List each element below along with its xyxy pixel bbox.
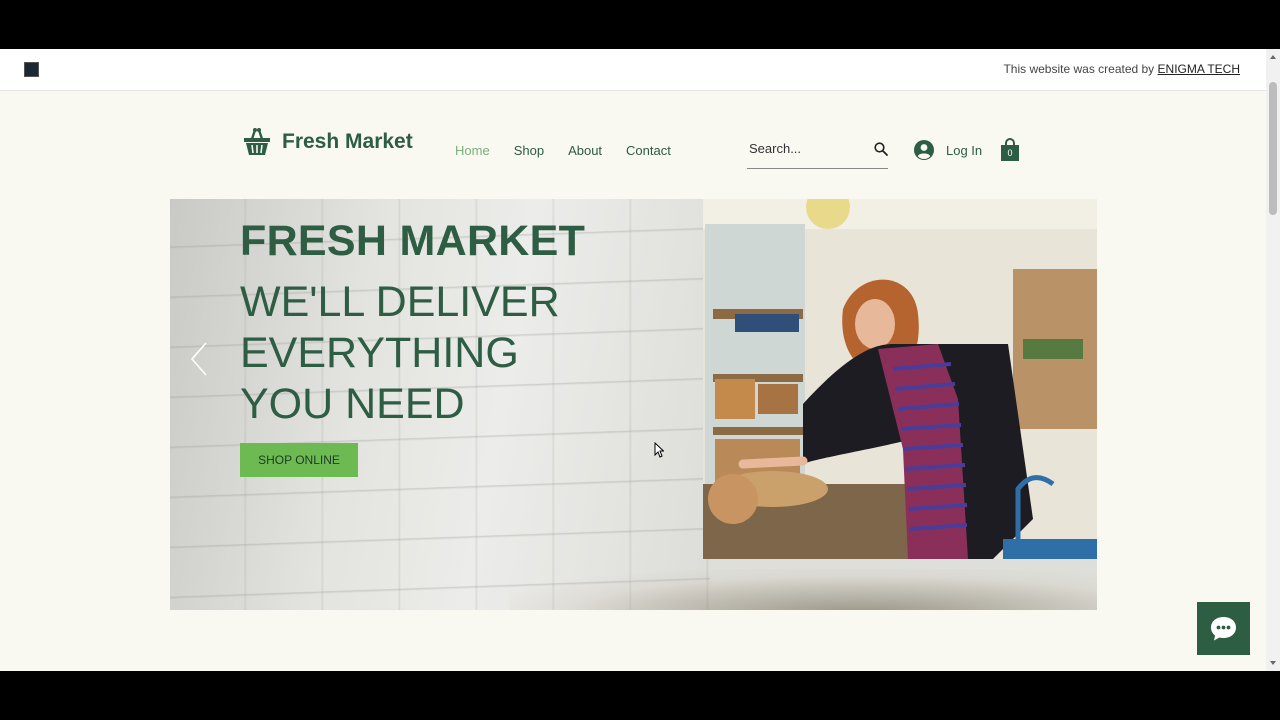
main-nav: Home Shop About Contact bbox=[455, 143, 671, 158]
hero-tagline-line: YOU NEED bbox=[240, 380, 465, 428]
credit-text: This website was created by ENIGMA TECH bbox=[1003, 62, 1240, 76]
hero-tagline-line: WE'LL DELIVER bbox=[240, 278, 560, 326]
credit-label: This website was created by bbox=[1003, 62, 1155, 76]
chevron-left-icon[interactable] bbox=[188, 341, 210, 377]
foreground-produce-blur bbox=[510, 569, 1097, 610]
search-box bbox=[747, 133, 888, 169]
cart-button[interactable]: 0 bbox=[1000, 138, 1020, 162]
credit-bar: This website was created by ENIGMA TECH bbox=[0, 49, 1266, 91]
hero-tagline-line: EVERYTHING bbox=[240, 329, 519, 377]
hero-slideshow: FRESH MARKET WE'LL DELIVER EVERYTHING YO… bbox=[170, 199, 1097, 610]
shopper-photo bbox=[703, 199, 1097, 559]
cart-count-badge: 0 bbox=[1007, 148, 1013, 158]
basket-icon bbox=[244, 128, 270, 155]
search-icon[interactable] bbox=[874, 142, 888, 156]
shop-online-button[interactable]: SHOP ONLINE bbox=[240, 443, 358, 477]
search-input[interactable] bbox=[749, 141, 864, 156]
brand-name: Fresh Market bbox=[282, 130, 413, 153]
hero-title: FRESH MARKET bbox=[240, 217, 586, 265]
mouse-cursor-icon bbox=[654, 442, 664, 458]
page-scrollbar[interactable] bbox=[1266, 49, 1280, 671]
scroll-down-arrow-icon[interactable] bbox=[1270, 661, 1276, 665]
nav-item-shop[interactable]: Shop bbox=[514, 143, 544, 158]
nav-item-about[interactable]: About bbox=[568, 143, 602, 158]
login-button[interactable]: Log In bbox=[914, 140, 982, 160]
nav-item-home[interactable]: Home bbox=[455, 143, 490, 158]
brand-logo[interactable]: Fresh Market bbox=[243, 127, 413, 157]
scrollbar-thumb[interactable] bbox=[1269, 82, 1277, 215]
login-label: Log In bbox=[946, 142, 983, 158]
scroll-up-arrow-icon[interactable] bbox=[1270, 55, 1276, 59]
chat-button[interactable] bbox=[1197, 602, 1250, 655]
nav-item-contact[interactable]: Contact bbox=[626, 143, 671, 158]
hero-tagline: WE'LL DELIVER EVERYTHING YOU NEED bbox=[240, 277, 600, 430]
user-avatar-icon bbox=[914, 140, 934, 160]
browser-viewport: This website was created by ENIGMA TECH … bbox=[0, 49, 1280, 671]
credit-link[interactable]: ENIGMA TECH bbox=[1158, 62, 1240, 76]
chat-icon bbox=[1211, 617, 1236, 641]
site-header: Fresh Market Home Shop About Contact Log… bbox=[0, 91, 1266, 199]
site-creator-logo bbox=[24, 62, 39, 77]
